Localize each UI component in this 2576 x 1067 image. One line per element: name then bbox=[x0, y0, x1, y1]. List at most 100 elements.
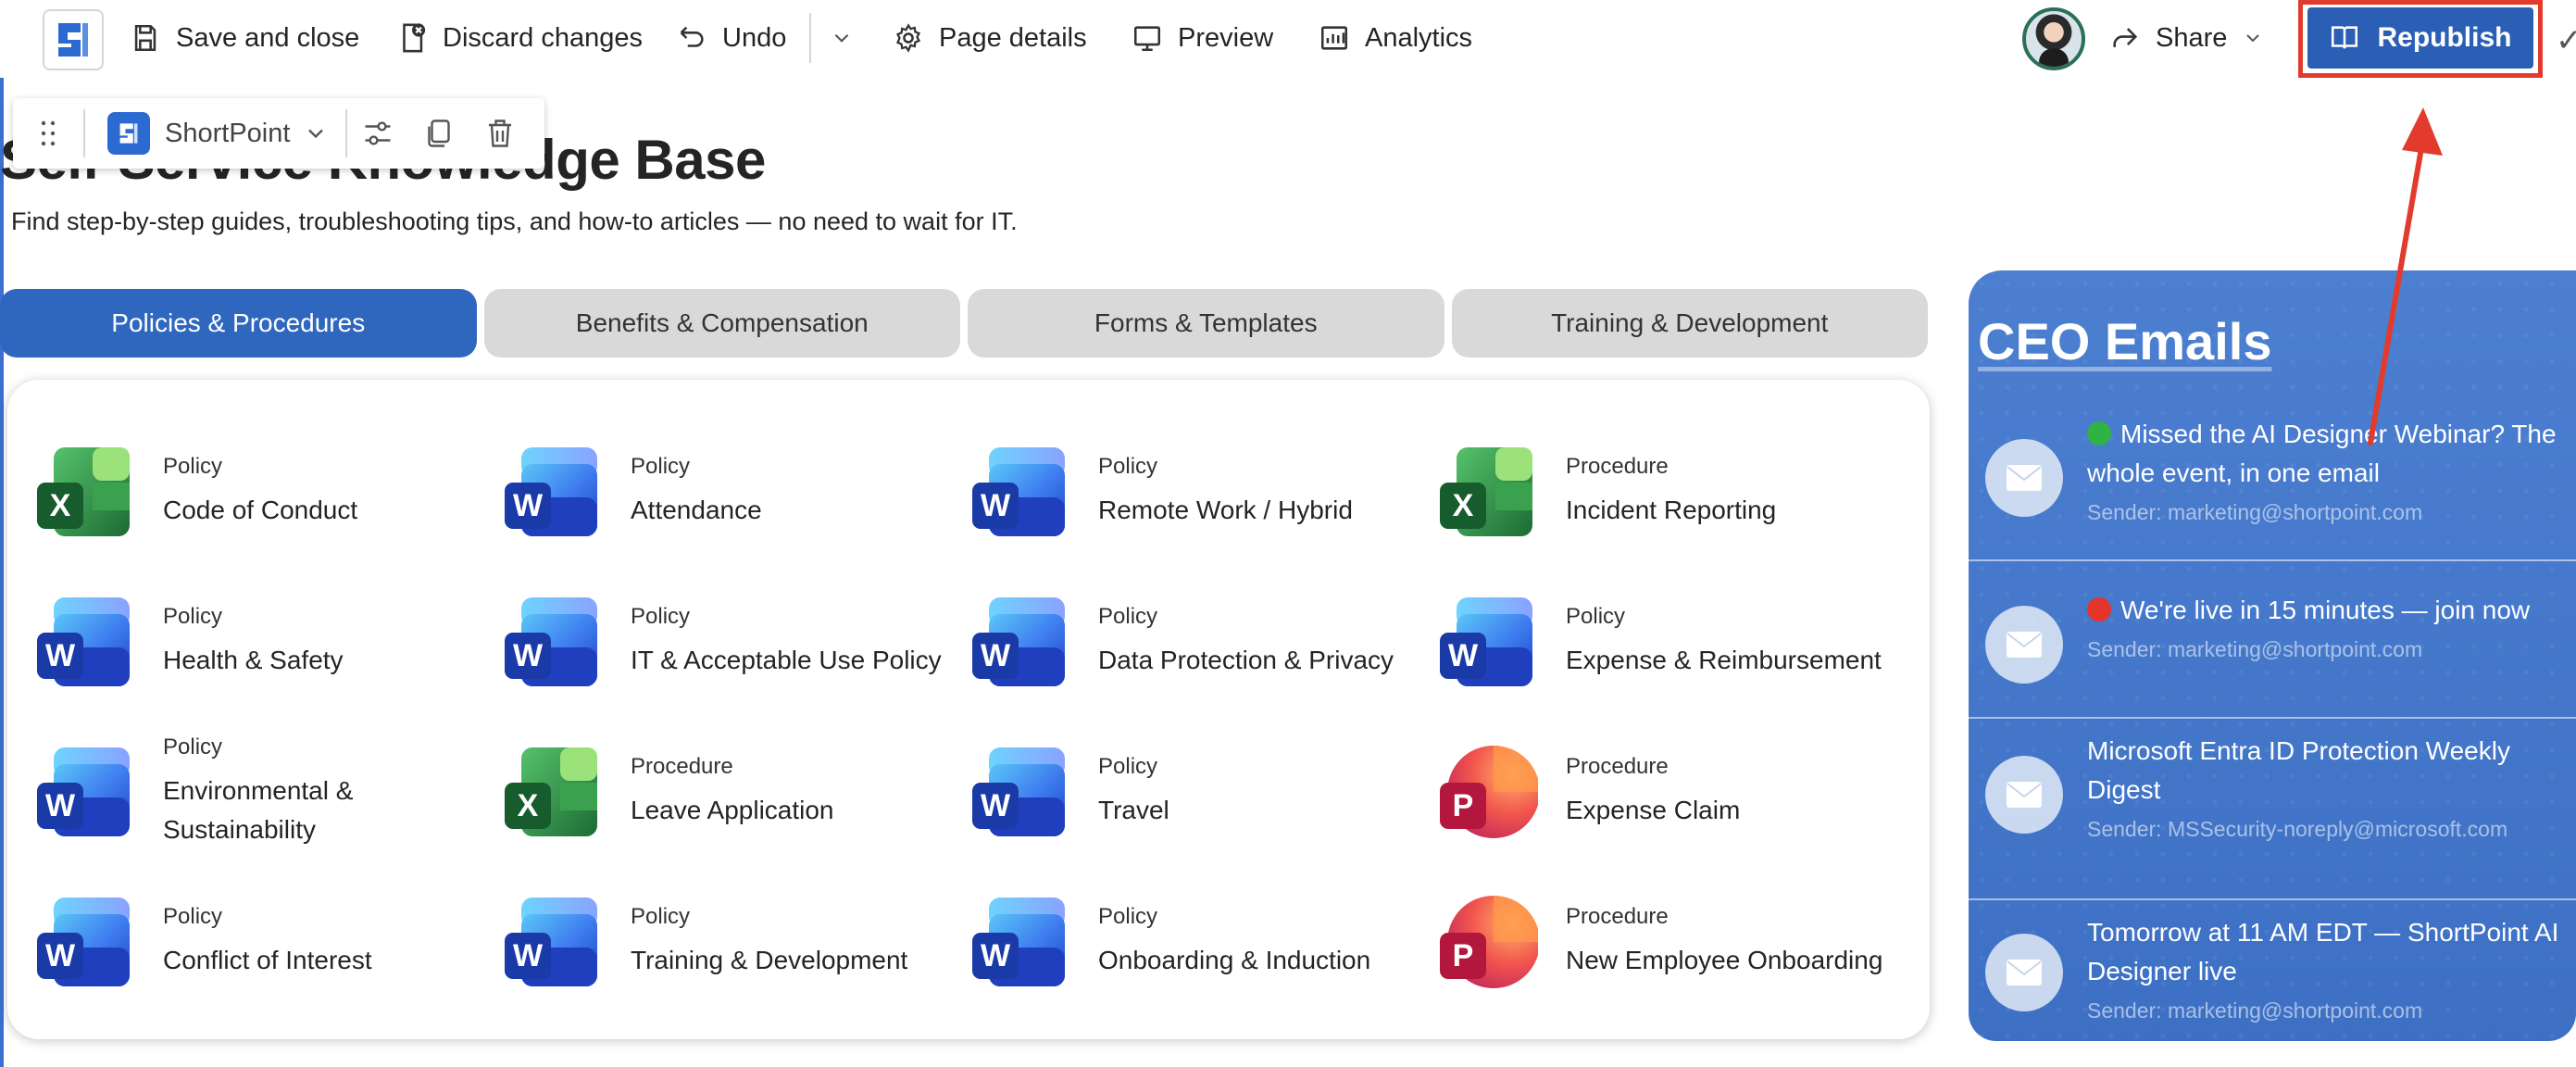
document-name[interactable]: Code of Conduct bbox=[163, 491, 357, 530]
document-text: Policy Expense & Reimbursement bbox=[1566, 604, 1882, 680]
duplicate-button[interactable] bbox=[408, 98, 469, 169]
chevron-down-icon bbox=[308, 129, 324, 139]
page-subtitle: Find step-by-step guides, troubleshootin… bbox=[11, 207, 1018, 235]
document-name[interactable]: Onboarding & Induction bbox=[1098, 941, 1370, 980]
svg-text:W: W bbox=[981, 938, 1011, 973]
email-subject-text: Tomorrow at 11 AM EDT — ShortPoint AI De… bbox=[2087, 918, 2559, 985]
document-text: Policy Conflict of Interest bbox=[163, 904, 372, 980]
email-subject-text: Missed the AI Designer Webinar? The whol… bbox=[2087, 420, 2557, 487]
document-tile[interactable]: P Procedure New Employee Onboarding bbox=[1438, 867, 1906, 1017]
email-sender: Sender: marketing@shortpoint.com bbox=[2087, 637, 2423, 661]
sliders-icon bbox=[365, 121, 391, 145]
document-tile[interactable]: W Policy Attendance bbox=[503, 417, 970, 567]
svg-text:W: W bbox=[513, 938, 544, 973]
email-sender: Sender: MSSecurity-noreply@microsoft.com bbox=[2087, 817, 2508, 841]
svg-text:W: W bbox=[981, 488, 1011, 523]
email-item[interactable]: Tomorrow at 11 AM EDT — ShortPoint AI De… bbox=[1969, 900, 2576, 1041]
preview-button[interactable]: Preview bbox=[1132, 17, 1273, 59]
chevron-down-icon bbox=[834, 33, 849, 43]
webpart-selector[interactable]: ShortPoint bbox=[85, 112, 345, 155]
save-icon bbox=[134, 24, 156, 52]
word-file-icon: W bbox=[970, 592, 1070, 692]
drag-handle[interactable] bbox=[13, 98, 83, 169]
command-bar: Save and close Discard changes Undo Page… bbox=[0, 0, 2576, 78]
document-name[interactable]: IT & Acceptable Use Policy bbox=[631, 641, 942, 680]
document-tile[interactable]: W Policy Onboarding & Induction bbox=[970, 867, 1438, 1017]
tab-benefits-compensation[interactable]: Benefits & Compensation bbox=[483, 289, 960, 358]
document-tile[interactable]: W Policy Remote Work / Hybrid bbox=[970, 417, 1438, 567]
shortpoint-logo-icon bbox=[58, 23, 88, 56]
shortpoint-logo[interactable] bbox=[43, 9, 104, 70]
share-icon bbox=[2113, 28, 2138, 47]
republish-label: Republish bbox=[2377, 22, 2512, 53]
tab-policies-procedures[interactable]: Policies & Procedures bbox=[0, 289, 477, 358]
document-tile[interactable]: X Policy Code of Conduct bbox=[35, 417, 503, 567]
document-tile[interactable]: W Policy IT & Acceptable Use Policy bbox=[503, 567, 970, 717]
document-tile[interactable]: X Procedure Incident Reporting bbox=[1438, 417, 1906, 567]
user-avatar[interactable] bbox=[2022, 7, 2085, 70]
share-button[interactable]: Share bbox=[2109, 17, 2264, 59]
save-and-close-button[interactable]: Save and close bbox=[130, 17, 359, 59]
document-name[interactable]: Attendance bbox=[631, 491, 762, 530]
republish-button[interactable]: Republish bbox=[2307, 7, 2533, 69]
document-name[interactable]: Incident Reporting bbox=[1566, 491, 1776, 530]
document-type: Policy bbox=[1098, 604, 1158, 629]
page-details-button[interactable]: Page details bbox=[893, 17, 1087, 59]
gear-icon bbox=[895, 23, 921, 53]
category-tabs: Policies & Procedures Benefits & Compens… bbox=[0, 289, 1928, 358]
svg-text:P: P bbox=[1453, 788, 1474, 823]
document-name[interactable]: Expense Claim bbox=[1566, 791, 1740, 830]
document-name[interactable]: Data Protection & Privacy bbox=[1098, 641, 1394, 680]
discard-changes-button[interactable]: Discard changes bbox=[396, 17, 643, 59]
email-item[interactable]: We're live in 15 minutes — join now Sende… bbox=[1969, 561, 2576, 719]
document-text: Policy Code of Conduct bbox=[163, 454, 357, 530]
analytics-icon bbox=[1320, 26, 1348, 50]
document-name[interactable]: Health & Safety bbox=[163, 641, 344, 680]
document-name[interactable]: Travel bbox=[1098, 791, 1169, 830]
tab-forms-templates[interactable]: Forms & Templates bbox=[968, 289, 1444, 358]
discard-changes-label: Discard changes bbox=[443, 22, 643, 53]
document-type: Policy bbox=[1098, 904, 1158, 929]
document-name[interactable]: Environmental & Sustainability bbox=[163, 772, 441, 849]
tab-training-development[interactable]: Training & Development bbox=[1451, 289, 1928, 358]
document-tile[interactable]: W Policy Health & Safety bbox=[35, 567, 503, 717]
email-body: Microsoft Entra ID Protection Weekly Dig… bbox=[2087, 732, 2569, 842]
document-tile[interactable]: W Policy Expense & Reimbursement bbox=[1438, 567, 1906, 717]
document-name[interactable]: Leave Application bbox=[631, 791, 834, 830]
document-tile[interactable]: W Policy Environmental & Sustainability bbox=[35, 717, 503, 867]
word-file-icon: W bbox=[503, 592, 603, 692]
copy-icon bbox=[428, 119, 451, 147]
document-name[interactable]: Expense & Reimbursement bbox=[1566, 641, 1882, 680]
status-dot-icon bbox=[2087, 597, 2111, 621]
document-name[interactable]: Training & Development bbox=[631, 941, 907, 980]
document-tile[interactable]: W Policy Training & Development bbox=[503, 867, 970, 1017]
undo-button[interactable]: Undo bbox=[676, 17, 786, 59]
undo-label: Undo bbox=[722, 22, 787, 53]
document-tile[interactable]: P Procedure Expense Claim bbox=[1438, 717, 1906, 867]
email-item[interactable]: Missed the AI Designer Webinar? The whol… bbox=[1969, 402, 2576, 561]
edit-properties-button[interactable] bbox=[347, 98, 408, 169]
document-text: Procedure New Employee Onboarding bbox=[1566, 904, 1882, 980]
svg-text:X: X bbox=[1453, 488, 1474, 523]
analytics-button[interactable]: Analytics bbox=[1319, 17, 1472, 59]
preview-label: Preview bbox=[1178, 22, 1274, 53]
svg-text:X: X bbox=[50, 488, 71, 523]
document-tile[interactable]: W Policy Data Protection & Privacy bbox=[970, 567, 1438, 717]
document-text: Policy Environmental & Sustainability bbox=[163, 734, 441, 849]
document-text: Policy Onboarding & Induction bbox=[1098, 904, 1370, 980]
document-name[interactable]: Conflict of Interest bbox=[163, 941, 372, 980]
document-name[interactable]: New Employee Onboarding bbox=[1566, 941, 1882, 980]
undo-dropdown-button[interactable] bbox=[830, 17, 854, 59]
document-tile[interactable]: W Policy Conflict of Interest bbox=[35, 867, 503, 1017]
documents-grid: X Policy Code of Conduct W Policy Attendance W… bbox=[35, 417, 1915, 1017]
svg-text:W: W bbox=[513, 638, 544, 673]
ceo-emails-title[interactable]: CEO Emails bbox=[1978, 311, 2271, 371]
envelope-icon bbox=[1985, 934, 2063, 1011]
delete-button[interactable] bbox=[469, 98, 531, 169]
document-tile[interactable]: W Policy Travel bbox=[970, 717, 1438, 867]
document-type: Policy bbox=[163, 904, 223, 929]
email-item[interactable]: Microsoft Entra ID Protection Weekly Dig… bbox=[1969, 719, 2576, 900]
document-tile[interactable]: X Procedure Leave Application bbox=[503, 717, 970, 867]
document-name[interactable]: Remote Work / Hybrid bbox=[1098, 491, 1353, 530]
envelope-icon bbox=[1985, 439, 2063, 517]
